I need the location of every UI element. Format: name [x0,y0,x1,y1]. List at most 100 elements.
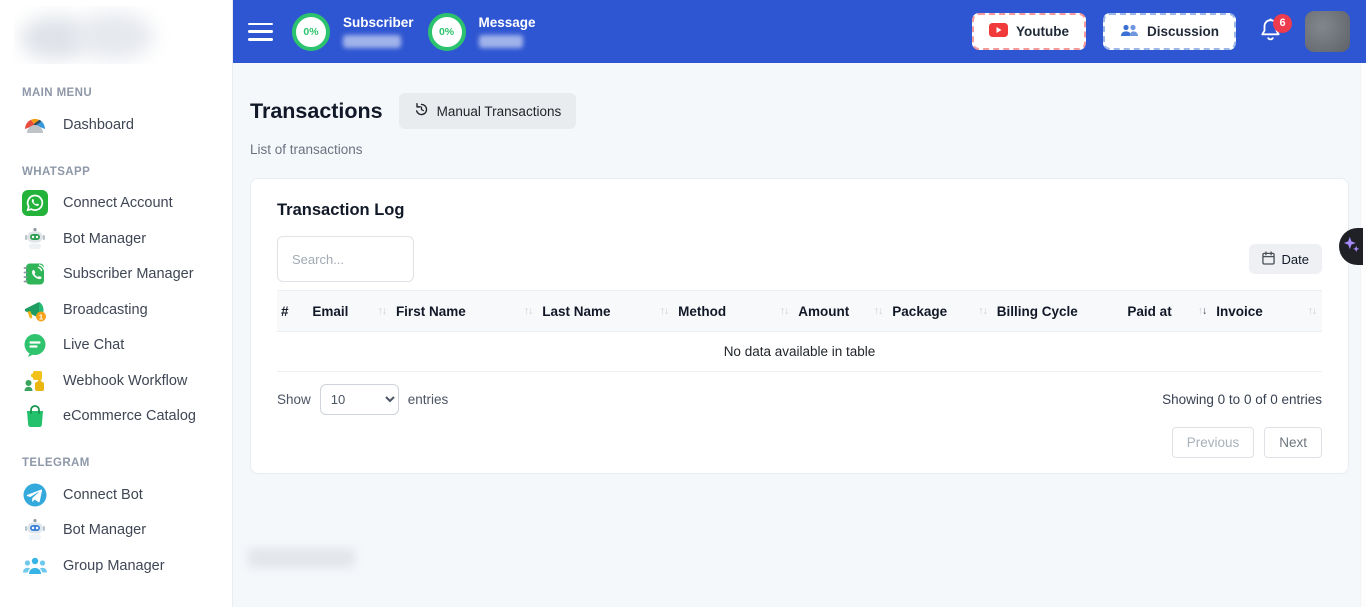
manual-transactions-label: Manual Transactions [437,104,562,119]
subscriber-book-icon [22,261,48,287]
page-subtitle: List of transactions [250,142,1349,157]
column-label: Paid at [1127,304,1171,319]
ecommerce-bag-icon [22,403,48,429]
sidebar: MAIN MENUDashboardWHATSAPPConnect Accoun… [0,0,233,607]
next-page-button[interactable]: Next [1264,427,1322,458]
blurred-stat-value [343,35,401,48]
sort-arrows-icon: ↑↓ [978,306,987,317]
sidebar-item-label: Subscriber Manager [63,266,194,282]
sort-arrows-icon: ↑↓ [780,306,789,317]
main-content: Transactions Manual Transactions List of… [233,63,1366,607]
blurred-stat-value [479,35,523,48]
dashboard-gauge-icon [22,112,48,138]
live-chat-icon [22,332,48,358]
sort-arrows-icon: ↑↓ [1198,306,1207,317]
show-label: Show [277,392,311,407]
pagination: Previous Next [277,427,1322,458]
sidebar-item-connect-account[interactable]: Connect Account [22,186,232,222]
previous-page-button[interactable]: Previous [1172,427,1255,458]
transaction-log-card: Transaction Log Date #Email↑↓First Name↑… [250,178,1349,474]
manual-transactions-button[interactable]: Manual Transactions [399,93,577,129]
search-input[interactable] [277,236,414,282]
stat-message: 0% Message [428,13,536,51]
youtube-button[interactable]: Youtube [972,13,1086,50]
column-header-email[interactable]: Email ↑↓ [308,304,392,319]
entries-per-page-select[interactable]: 10 [320,384,399,415]
header-stats: 0%Subscriber0%Message [292,13,536,51]
telegram-icon [22,482,48,508]
column-header-paid-at[interactable]: Paid at ↑↓ [1123,304,1212,319]
sidebar-item-broadcasting[interactable]: 1 Broadcasting [22,292,232,328]
discussion-button-label: Discussion [1147,24,1219,39]
history-icon [414,102,429,120]
date-filter-button[interactable]: Date [1249,244,1322,274]
discussion-button[interactable]: Discussion [1103,13,1236,50]
show-entries-control: Show 10 entries [277,384,448,415]
sparkles-icon [1343,235,1360,259]
sidebar-item-label: Group Manager [63,558,165,574]
sort-arrows-icon: ↑↓ [1307,306,1316,317]
column-label: Email [312,304,348,319]
sort-arrows-icon: ↑↓ [660,306,669,317]
column-header-billing-cycle: Billing Cycle [993,304,1124,319]
sort-arrows-icon: ↑↓ [874,306,883,317]
entries-summary: Showing 0 to 0 of 0 entries [1162,392,1322,407]
column-header-amount[interactable]: Amount ↑↓ [794,304,888,319]
column-header-invoice[interactable]: Invoice↑↓ [1212,304,1322,319]
column-header-last-name[interactable]: Last Name ↑↓ [538,304,674,319]
sidebar-item-label: Broadcasting [63,302,148,318]
page-head: Transactions Manual Transactions [250,93,1349,129]
user-avatar[interactable] [1305,11,1350,52]
column-header-: # [277,304,308,319]
table-empty-row: No data available in table [277,332,1322,372]
discussion-people-icon [1120,23,1139,40]
column-label: Last Name [542,304,610,319]
column-label: Billing Cycle [997,304,1078,319]
column-header-package[interactable]: Package↑↓ [888,304,993,319]
group-people-icon [22,553,48,579]
column-label: Amount [798,304,849,319]
sidebar-item-bot-manager[interactable]: Bot Manager [22,513,232,549]
sidebar-item-ecommerce-catalog[interactable]: eCommerce Catalog [22,399,232,435]
notifications-button[interactable]: 6 [1259,17,1282,47]
sidebar-section-header-whatsapp: WHATSAPP [22,166,232,178]
stat-label: Message [479,15,536,30]
sort-arrows-icon: ↑↓ [524,306,533,317]
sidebar-item-label: eCommerce Catalog [63,408,196,424]
sidebar-item-group-manager[interactable]: Group Manager [22,548,232,584]
page-title: Transactions [250,99,383,124]
column-header-method[interactable]: Method↑↓ [674,304,794,319]
sidebar-item-webhook-workflow[interactable]: Webhook Workflow [22,363,232,399]
progress-ring: 0% [292,13,330,51]
scrollbar-track[interactable] [1360,63,1366,607]
sidebar-item-connect-bot[interactable]: Connect Bot [22,477,232,513]
card-title: Transaction Log [277,201,1322,220]
sidebar-item-label: Dashboard [63,117,134,133]
table-footer: Show 10 entries Showing 0 to 0 of 0 entr… [277,384,1322,415]
webhook-workflow-icon [22,368,48,394]
entries-label: entries [408,392,449,407]
sidebar-item-live-chat[interactable]: Live Chat [22,328,232,364]
date-button-label: Date [1282,252,1309,267]
hamburger-menu-icon[interactable] [248,23,273,41]
app-logo [14,6,174,64]
sidebar-item-label: Live Chat [63,337,124,353]
header-actions: Youtube Discussion 6 [972,11,1350,52]
sidebar-item-dashboard[interactable]: Dashboard [22,107,232,143]
sidebar-item-bot-manager[interactable]: Bot Manager [22,221,232,257]
blurred-footer-text [248,548,355,568]
broadcast-megaphone-icon: 1 [22,297,48,323]
sidebar-item-label: Bot Manager [63,522,146,538]
sort-arrows-icon: ↑↓ [377,306,386,317]
progress-ring: 0% [428,13,466,51]
sidebar-section-header-telegram: TELEGRAM [22,457,232,469]
youtube-button-label: Youtube [1016,24,1069,39]
notification-count-badge: 6 [1273,14,1292,33]
sidebar-item-subscriber-manager[interactable]: Subscriber Manager [22,257,232,293]
sidebar-nav: MAIN MENUDashboardWHATSAPPConnect Accoun… [22,87,232,584]
column-label: # [281,304,289,319]
table-header-row: #Email↑↓First Name↑↓Last Name↑↓Method↑↓A… [277,290,1322,332]
column-header-first-name[interactable]: First Name↑↓ [392,304,538,319]
sidebar-item-label: Connect Bot [63,487,143,503]
sidebar-item-label: Webhook Workflow [63,373,187,389]
